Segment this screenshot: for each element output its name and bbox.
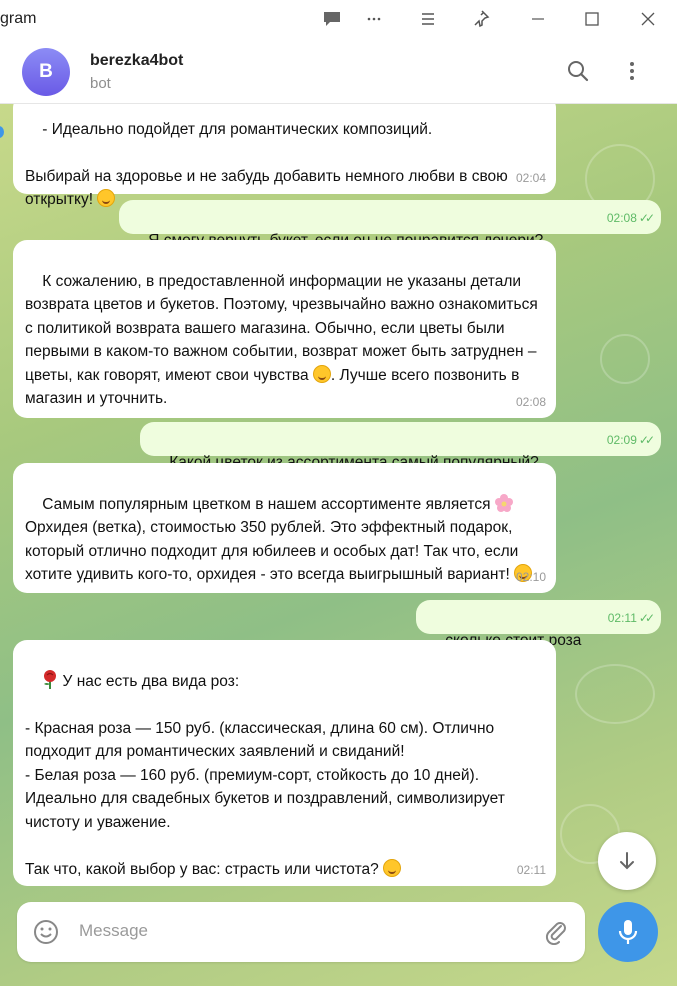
message-incoming[interactable]: У нас есть два вида роз: - Красная роза … (13, 640, 556, 886)
attach-icon[interactable] (543, 919, 569, 950)
chat-history[interactable]: - Идеально подойдет для романтических ко… (0, 104, 677, 986)
search-icon[interactable] (563, 56, 593, 86)
cherry-blossom-emoji (494, 493, 513, 512)
more-horizontal-icon[interactable] (356, 4, 392, 34)
scroll-down-button[interactable] (598, 832, 656, 890)
message-text: У нас есть два вида роз: - Красная роза … (25, 672, 505, 878)
more-vertical-icon[interactable] (617, 56, 647, 86)
maximize-icon[interactable] (574, 4, 610, 34)
close-icon[interactable] (630, 4, 666, 34)
unread-indicator (0, 126, 4, 138)
message-time: 02:04 (515, 170, 546, 185)
menu-icon[interactable] (410, 4, 446, 34)
avatar[interactable]: B (22, 48, 70, 96)
chat-status: bot (90, 75, 111, 92)
message-incoming[interactable]: К сожалению, в предоставленной информаци… (13, 240, 556, 418)
smiling-face-emoji (97, 189, 116, 207)
emoji-icon[interactable] (33, 919, 59, 950)
message-outgoing[interactable]: сколько стоит роза 02:11✓✓ (416, 600, 661, 649)
message-time: 02:08 (515, 394, 546, 409)
double-check-icon: ✓✓ (638, 610, 655, 625)
message-time: 02:09 ✓✓ (606, 432, 655, 447)
wallpaper-doodle (600, 334, 650, 384)
message-time: 02:08 ✓✓ (606, 210, 655, 225)
window-titlebar: gram (0, 0, 677, 38)
message-input[interactable]: Message (79, 921, 148, 941)
message-composer[interactable]: Message (17, 902, 585, 962)
message-outgoing[interactable]: Я смогу вернуть букет, если он не понрав… (119, 200, 661, 249)
sweat-smile-emoji (312, 364, 331, 383)
message-time: 02:10 (515, 569, 546, 584)
chat-header[interactable]: B berezka4bot bot (0, 38, 677, 104)
double-check-icon: ✓✓ (638, 210, 655, 225)
winking-face-emoji (383, 858, 402, 877)
message-outgoing[interactable]: Какой цветок из ассортимента самый попул… (140, 422, 661, 471)
voice-message-button[interactable] (598, 902, 658, 962)
wallpaper-doodle (575, 664, 655, 724)
double-check-icon: ✓✓ (638, 432, 655, 447)
chat-name[interactable]: berezka4bot (90, 52, 183, 70)
message-time: 02:11 ✓✓ (607, 610, 655, 625)
message-incoming[interactable]: Самым популярным цветком в нашем ассорти… (13, 463, 556, 593)
minimize-icon[interactable] (520, 4, 556, 34)
pin-window-icon[interactable] (464, 4, 500, 34)
message-incoming[interactable]: - Идеально подойдет для романтических ко… (13, 104, 556, 208)
message-text: Самым популярным цветком в нашем ассорти… (42, 495, 495, 513)
app-title: gram (0, 10, 37, 27)
arrow-down-icon (620, 852, 634, 870)
comment-icon[interactable] (314, 4, 350, 34)
microphone-icon (618, 920, 638, 944)
rose-emoji (44, 669, 57, 689)
message-time: 02:11 (516, 862, 546, 877)
